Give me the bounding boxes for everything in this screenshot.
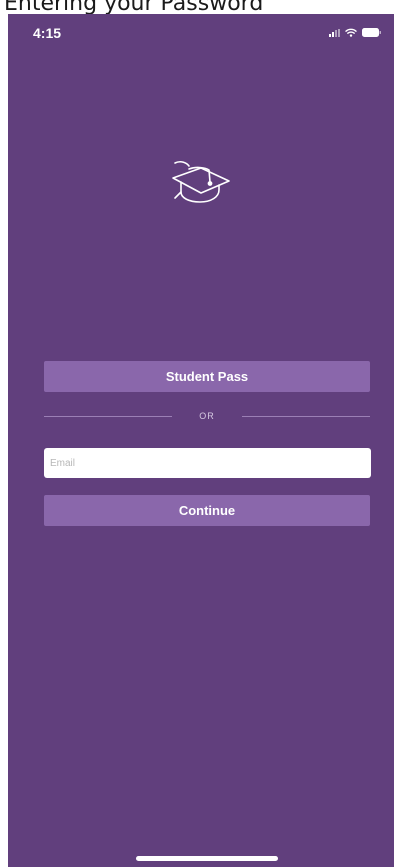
app-screen: 4:15 Student Pass OR Email Continue <box>8 14 394 867</box>
wifi-icon <box>345 28 357 37</box>
home-indicator[interactable] <box>136 856 278 861</box>
student-pass-button[interactable]: Student Pass <box>44 361 370 392</box>
status-bar: 4:15 <box>8 14 394 58</box>
divider-line-right <box>242 416 370 417</box>
status-time: 4:15 <box>33 25 62 41</box>
battery-icon <box>362 28 382 37</box>
signal-icon <box>329 29 340 37</box>
graduation-cap-icon <box>167 157 237 217</box>
or-divider: OR <box>44 409 370 423</box>
status-icons <box>329 28 382 37</box>
email-input[interactable] <box>44 448 371 478</box>
continue-button[interactable]: Continue <box>44 495 370 526</box>
